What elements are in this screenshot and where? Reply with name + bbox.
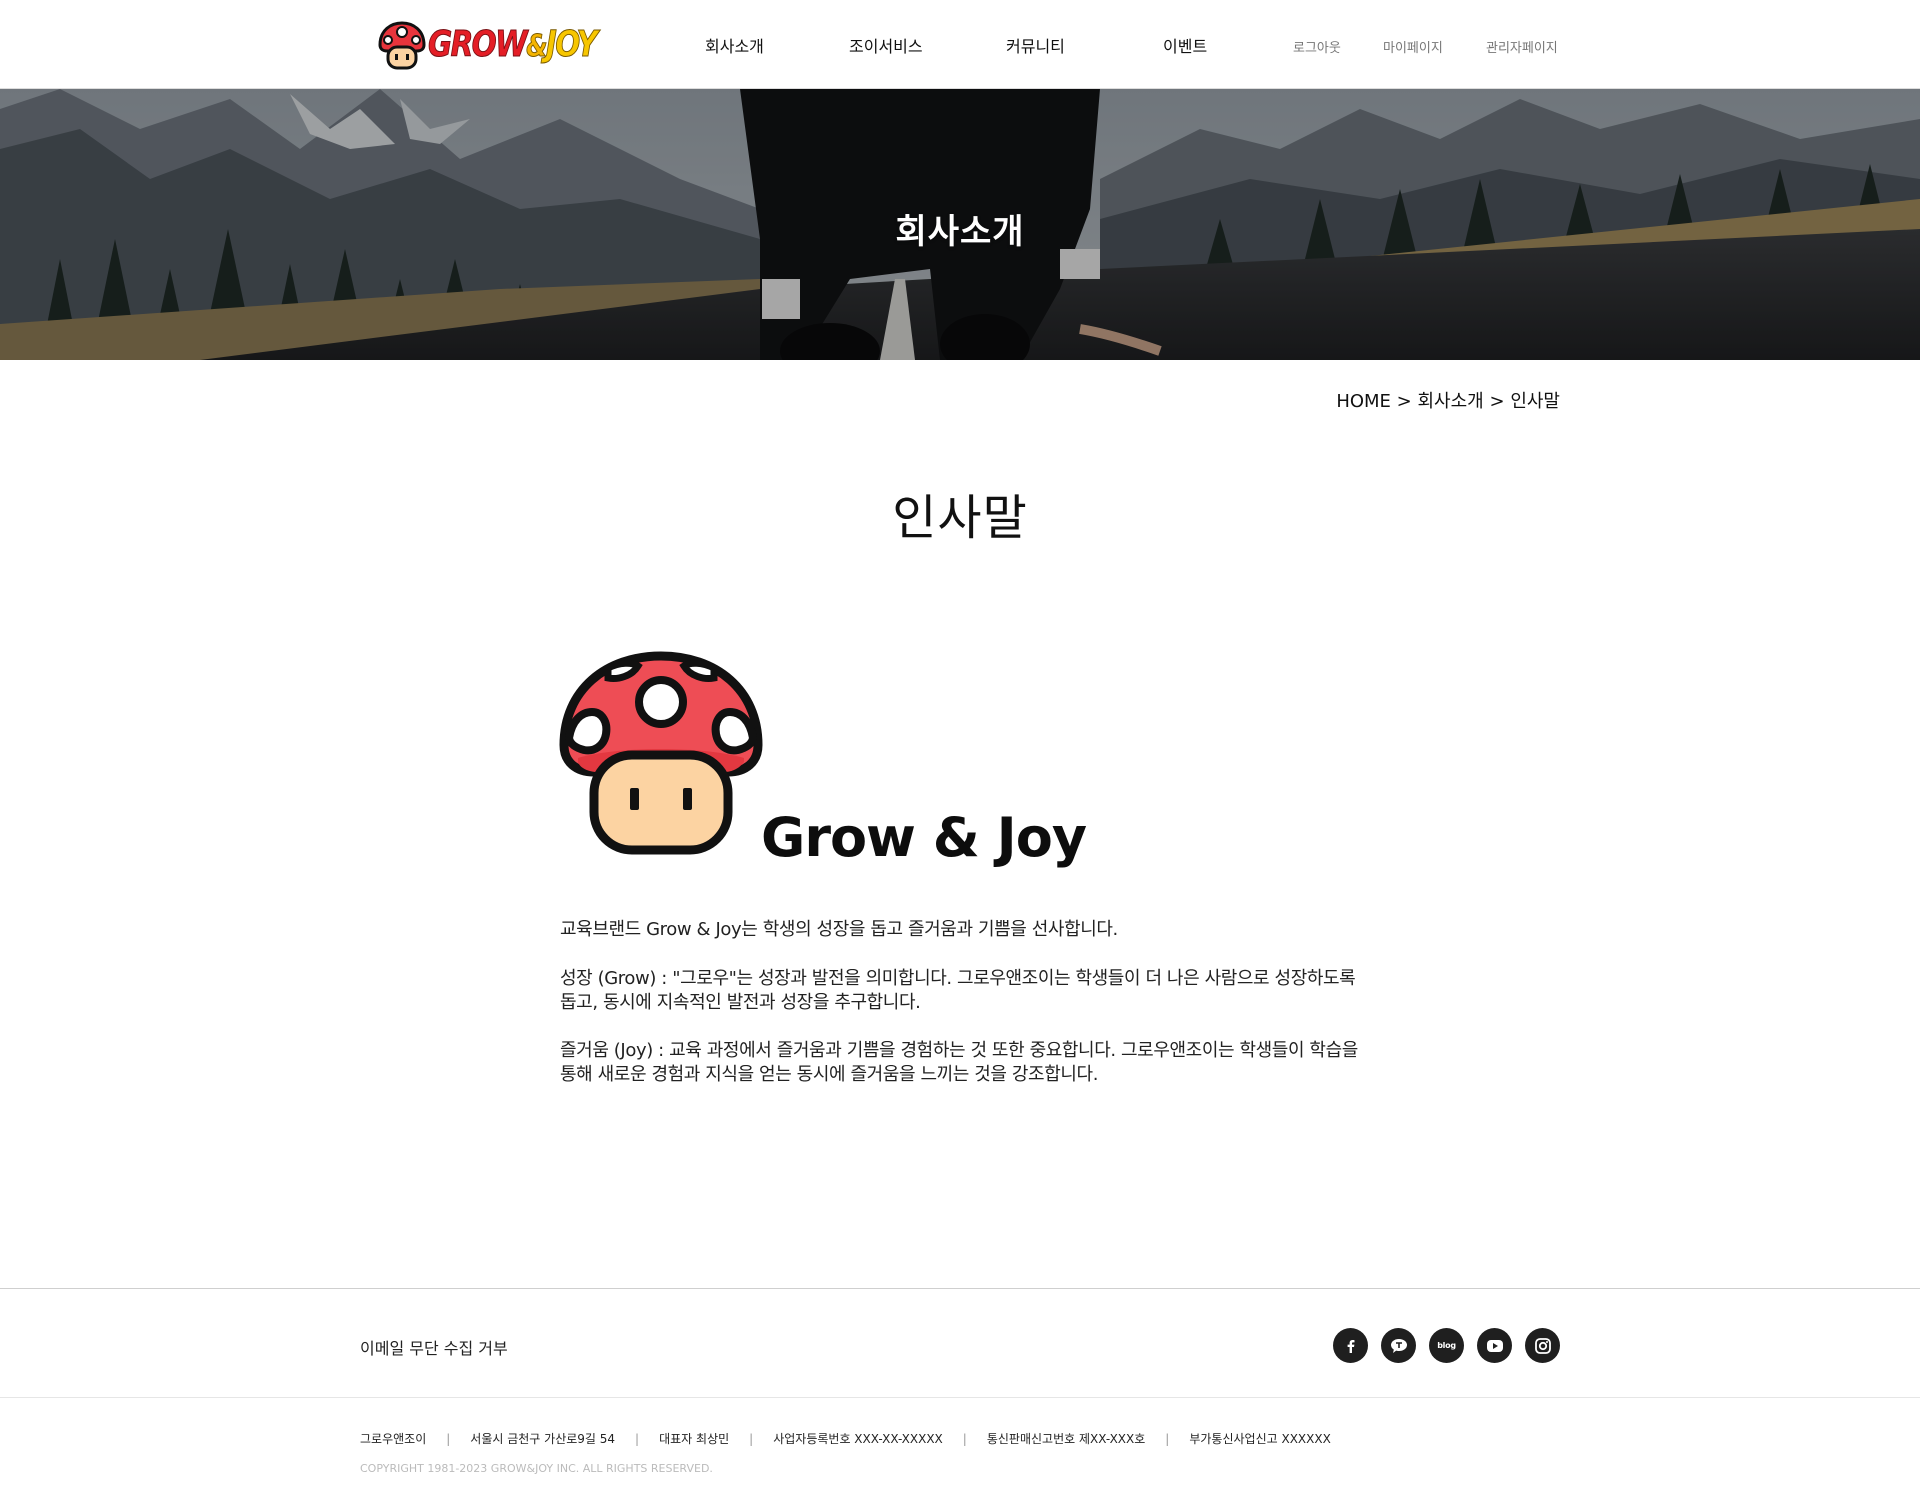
site-header: GROW&JOY 회사소개 조이서비스 커뮤니티 이벤트 로그아웃 마이페이지 … [0, 0, 1920, 89]
mushroom-logo-icon [378, 21, 426, 70]
logout-link[interactable]: 로그아웃 [1293, 37, 1341, 56]
blog-icon: blog [1437, 1341, 1456, 1350]
mushroom-mascot-icon [559, 651, 763, 855]
breadcrumb-current: 인사말 [1510, 391, 1560, 412]
nav-company[interactable]: 회사소개 [705, 33, 764, 57]
joy-paragraph: 즐거움 (Joy) : 교육 과정에서 즐거움과 기쁨을 경험하는 것 또한 중… [560, 1040, 1358, 1085]
copyright: COPYRIGHT 1981-2023 GROW&JOY INC. ALL RI… [360, 1462, 713, 1475]
hero-title: 회사소개 [895, 212, 1025, 252]
company-name: 그로우앤조이 [360, 1432, 427, 1446]
facebook-button[interactable] [1333, 1328, 1368, 1363]
instagram-icon [1534, 1337, 1551, 1354]
intro-paragraph: 교육브랜드 Grow & Joy는 학생의 성장을 돕고 즐거움과 기쁨을 선사… [560, 919, 1118, 940]
email-policy-link[interactable]: 이메일 무단 수집 거부 [360, 1335, 508, 1359]
kakao-button[interactable] [1381, 1328, 1416, 1363]
admin-page-link[interactable]: 관리자페이지 [1486, 37, 1558, 56]
breadcrumb-separator: > [1396, 391, 1412, 412]
breadcrumb: HOME > 회사소개 > 인사말 [1336, 387, 1560, 413]
vat-report-number: 부가통신사업신고 XXXXXX [1189, 1432, 1331, 1446]
company-ceo: 대표자 최상민 [659, 1432, 730, 1446]
nav-joy-service[interactable]: 조이서비스 [849, 33, 923, 57]
brand-name: Grow & Joy [761, 806, 1087, 869]
breadcrumb-home[interactable]: HOME [1336, 391, 1391, 412]
hero-banner: 회사소개 [0, 89, 1920, 360]
company-info: 그로우앤조이 | 서울시 금천구 가산로9길 54 | 대표자 최상민 | 사업자등록번호 … [360, 1432, 1331, 1446]
breadcrumb-separator: > [1489, 391, 1505, 412]
blog-button[interactable]: blog [1429, 1328, 1464, 1363]
nav-community[interactable]: 커뮤니티 [1006, 33, 1065, 57]
grow-paragraph: 성장 (Grow) : "그로우"는 성장과 발전을 의미합니다. 그로우앤조이… [560, 968, 1356, 1013]
footer-top: 이메일 무단 수집 거부 blog [0, 1288, 1920, 1398]
mypage-link[interactable]: 마이페이지 [1383, 37, 1443, 56]
kakao-icon [1390, 1338, 1407, 1353]
facebook-icon [1347, 1339, 1354, 1353]
company-address: 서울시 금천구 가산로9길 54 [470, 1432, 616, 1446]
business-number: 사업자등록번호 XXX-XX-XXXXX [773, 1432, 943, 1446]
mail-order-number: 통신판매신고번호 제XX-XXX호 [986, 1432, 1146, 1446]
instagram-button[interactable] [1525, 1328, 1560, 1363]
nav-event[interactable]: 이벤트 [1163, 33, 1207, 57]
youtube-icon [1486, 1339, 1503, 1352]
site-logo[interactable]: GROW&JOY [376, 18, 599, 72]
logo-wordmark: GROW&JOY [428, 24, 599, 66]
breadcrumb-company[interactable]: 회사소개 [1418, 391, 1484, 412]
youtube-button[interactable] [1477, 1328, 1512, 1363]
page-title: 인사말 [892, 490, 1028, 546]
